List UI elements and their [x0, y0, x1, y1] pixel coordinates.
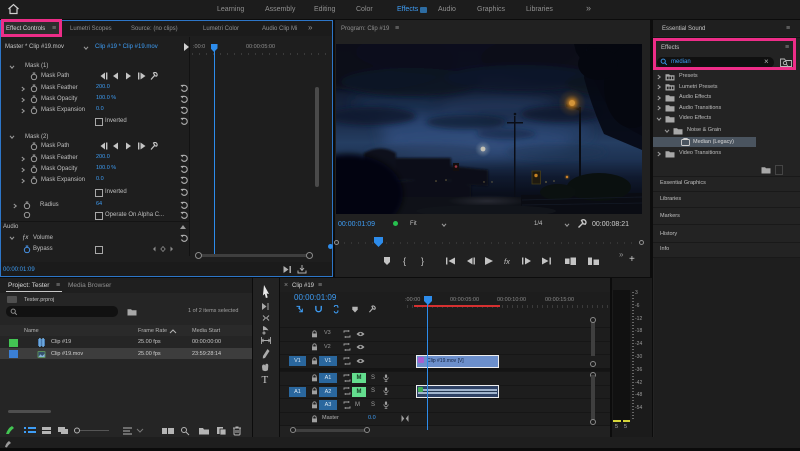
svg-text:{: {: [403, 256, 406, 266]
svg-text:}: }: [421, 256, 424, 266]
svg-text:T: T: [262, 374, 269, 386]
svg-text:fx: fx: [504, 257, 510, 266]
